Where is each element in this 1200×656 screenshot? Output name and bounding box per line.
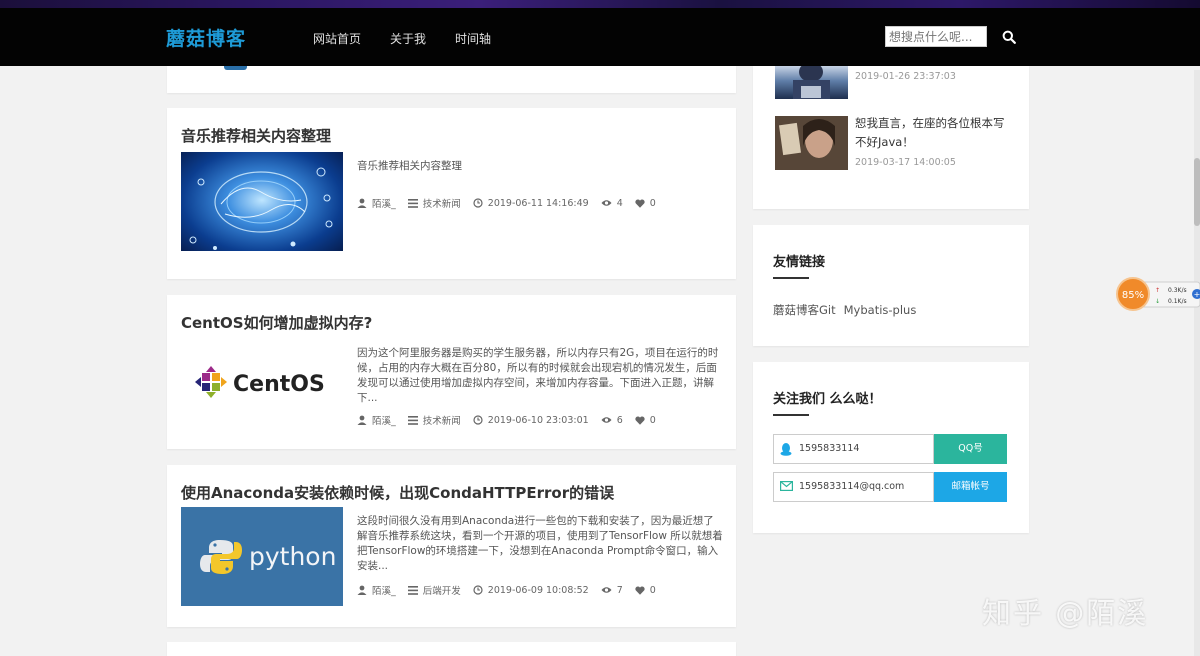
clock-icon — [473, 415, 483, 425]
email-address: 1595833114@qq.com — [799, 481, 905, 492]
widget-upload: 0.3K/s — [1168, 287, 1187, 294]
post-date: 2019-06-11 14:16:49 — [487, 197, 589, 209]
scrollbar-thumb[interactable] — [1194, 158, 1200, 226]
post-date: 2019-06-09 10:08:52 — [487, 584, 589, 596]
post-views: 6 — [616, 414, 623, 426]
main-nav: 网站首页 关于我 时间轴 — [313, 30, 520, 47]
search-icon[interactable] — [1002, 30, 1016, 44]
post-excerpt: 音乐推荐相关内容整理 — [357, 160, 462, 172]
post-title[interactable]: CentOS如何增加虚拟内存? — [181, 312, 372, 333]
eye-icon — [601, 200, 612, 206]
post-card: 音乐推荐相关内容整理 音乐推荐相关内容整理 陌溪_ 技术新闻 2019-06-1… — [167, 108, 736, 279]
previous-thumb-edge — [224, 66, 247, 70]
heart-icon[interactable] — [635, 415, 645, 425]
post-excerpt: 这段时间很久没有用到Anaconda进行一些包的下载和安装了，因为最近想了解音乐… — [357, 515, 723, 572]
recent-post-title[interactable]: 恕我直言，在座的各位根本写不好Java！ — [855, 114, 1015, 152]
post-thumbnail-python[interactable]: python — [181, 507, 343, 606]
zhihu-watermark: 知乎 @陌溪 — [982, 596, 1149, 630]
widget-percent: 85% — [1122, 290, 1144, 301]
user-icon — [357, 198, 367, 208]
nav-timeline[interactable]: 时间轴 — [455, 30, 491, 47]
recent-post-date: 2019-01-26 23:37:03 — [855, 71, 956, 82]
recent-post-thumb[interactable] — [775, 66, 848, 99]
mail-icon — [780, 481, 793, 491]
upload-arrow-icon: ↑ — [1155, 287, 1160, 294]
qq-number: 1595833114 — [799, 443, 860, 454]
email-contact-row: 1595833114@qq.com 邮箱帐号 — [773, 472, 1007, 502]
site-logo[interactable]: 蘑菇博客 — [166, 24, 246, 51]
search-input[interactable] — [885, 26, 987, 47]
svg-text:CentOS: CentOS — [233, 372, 325, 397]
clock-icon — [473, 585, 483, 595]
title-underline — [773, 414, 809, 416]
email-button[interactable]: 邮箱帐号 — [934, 472, 1007, 502]
list-icon — [407, 585, 418, 595]
list-icon — [407, 415, 418, 425]
title-underline — [773, 277, 809, 279]
post-likes: 0 — [649, 584, 656, 596]
post-card-previous — [167, 66, 736, 93]
post-date: 2019-06-10 23:03:01 — [487, 414, 589, 426]
network-speed-widget[interactable]: 85% ↑ 0.3K/s ↓ 0.1K/s + — [1116, 276, 1200, 318]
widget-download: 0.1K/s — [1168, 298, 1187, 305]
qq-button[interactable]: QQ号 — [934, 434, 1007, 464]
post-likes: 0 — [649, 197, 656, 209]
post-thumbnail-centos[interactable]: CentOS — [181, 339, 343, 438]
post-meta: 陌溪_ 后端开发 2019-06-09 10:08:52 7 0 — [357, 583, 668, 597]
follow-us-card: 关注我们 么么哒！ 1595833114 QQ号 1595833114@qq.c… — [753, 362, 1029, 533]
friend-links-list: 蘑菇博客Git Mybatis-plus — [773, 299, 924, 318]
post-card: CentOS如何增加虚拟内存? CentOS 因为这个阿里服务器是购买的学生服务… — [167, 295, 736, 449]
recent-post-thumb[interactable] — [775, 116, 848, 170]
post-meta: 陌溪_ 技术新闻 2019-06-10 23:03:01 6 0 — [357, 413, 668, 427]
centos-logo-icon: CentOS — [195, 366, 325, 398]
user-icon — [357, 415, 367, 425]
friend-links-title: 友情链接 — [773, 255, 826, 270]
post-title[interactable]: 音乐推荐相关内容整理 — [181, 125, 331, 146]
post-card: 使用Anaconda安装依赖时候，出现CondaHTTPError的错误 pyt… — [167, 465, 736, 627]
post-views: 7 — [616, 584, 623, 596]
plus-icon: + — [1194, 290, 1200, 299]
link-mybatis-plus[interactable]: Mybatis-plus — [844, 303, 917, 317]
eye-icon — [601, 417, 612, 423]
svg-text:python: python — [249, 542, 336, 571]
post-card-next — [167, 642, 736, 656]
nav-about[interactable]: 关于我 — [390, 30, 426, 47]
post-category[interactable]: 后端开发 — [423, 583, 461, 597]
recent-posts-card: 2019-01-26 23:37:03 恕我直言，在座的各位根本写不好Java！… — [753, 66, 1029, 209]
post-likes: 0 — [649, 414, 656, 426]
link-mogu-git[interactable]: 蘑菇博客Git — [773, 303, 836, 317]
eye-icon — [601, 587, 612, 593]
recent-post-date: 2019-03-17 14:00:05 — [855, 157, 956, 168]
qq-contact-row: 1595833114 QQ号 — [773, 434, 1007, 464]
follow-us-title: 关注我们 么么哒！ — [773, 392, 882, 407]
friend-links-card: 友情链接 蘑菇博客Git Mybatis-plus — [753, 225, 1029, 346]
top-navbar: 蘑菇博客 网站首页 关于我 时间轴 — [0, 0, 1200, 66]
python-logo-icon: python — [181, 507, 343, 606]
page-scrollbar[interactable] — [1194, 70, 1200, 656]
clock-icon — [473, 198, 483, 208]
post-author[interactable]: 陌溪_ — [372, 583, 396, 597]
heart-icon[interactable] — [635, 585, 645, 595]
post-views: 4 — [616, 197, 623, 209]
heart-icon[interactable] — [635, 198, 645, 208]
email-field[interactable]: 1595833114@qq.com — [773, 472, 934, 502]
post-meta: 陌溪_ 技术新闻 2019-06-11 14:16:49 4 0 — [357, 196, 668, 210]
post-author[interactable]: 陌溪_ — [372, 413, 396, 427]
qq-field[interactable]: 1595833114 — [773, 434, 934, 464]
nav-home[interactable]: 网站首页 — [313, 30, 361, 47]
header-glow-strip — [0, 0, 1200, 8]
post-category[interactable]: 技术新闻 — [423, 413, 461, 427]
post-excerpt: 因为这个阿里服务器是购买的学生服务器，所以内存只有2G，项目在运行的时候，占用的… — [357, 347, 719, 404]
download-arrow-icon: ↓ — [1155, 298, 1160, 305]
post-category[interactable]: 技术新闻 — [423, 196, 461, 210]
qq-penguin-icon — [780, 443, 792, 456]
list-icon — [407, 198, 418, 208]
post-author[interactable]: 陌溪_ — [372, 196, 396, 210]
post-thumbnail-brain[interactable] — [181, 152, 343, 251]
user-icon — [357, 585, 367, 595]
post-title[interactable]: 使用Anaconda安装依赖时候，出现CondaHTTPError的错误 — [181, 482, 614, 503]
